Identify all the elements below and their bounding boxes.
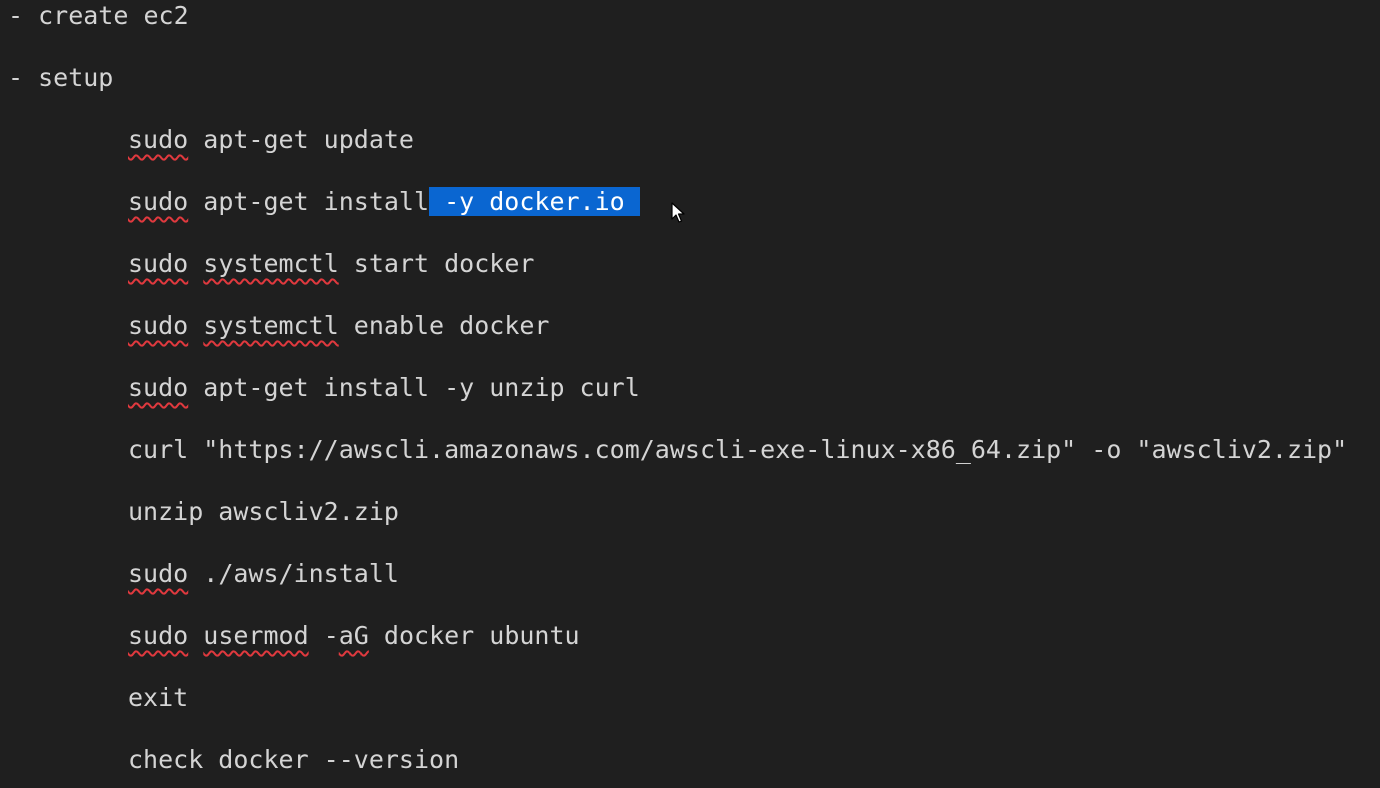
- line-setup: - setup: [8, 63, 114, 92]
- line-text: apt-get install -y unzip curl: [188, 373, 640, 402]
- line-create-ec2: - create ec2: [8, 1, 189, 30]
- sudo-keyword: sudo: [128, 125, 189, 154]
- systemctl-keyword: systemctl: [203, 311, 339, 340]
- sudo-keyword: sudo: [128, 373, 189, 402]
- line-start-docker: sudo systemctl start docker: [128, 247, 534, 281]
- sudo-keyword: sudo: [128, 187, 189, 216]
- usermod-keyword: usermod: [203, 621, 309, 650]
- line-check-version: check docker --version: [128, 745, 460, 774]
- line-exit: exit: [128, 683, 189, 712]
- line-aws-install: sudo ./aws/install: [128, 557, 399, 591]
- sudo-keyword: sudo: [128, 311, 189, 340]
- line-install-unzip: sudo apt-get install -y unzip curl: [128, 371, 640, 405]
- line-text: apt-get install: [188, 187, 430, 216]
- line-text: docker ubuntu: [368, 621, 580, 650]
- line-curl-awscli: curl "https://awscli.amazonaws.com/awscl…: [128, 435, 1348, 464]
- line-install-docker[interactable]: sudo apt-get install -y docker.io: [128, 185, 640, 219]
- sudo-keyword: sudo: [128, 249, 189, 278]
- line-text: start docker: [338, 249, 535, 278]
- line-text: apt-get update: [188, 125, 414, 154]
- sudo-keyword: sudo: [128, 559, 189, 588]
- line-text: ./aws/install: [188, 559, 399, 588]
- line-apt-update: sudo apt-get update: [128, 123, 414, 157]
- line-usermod: sudo usermod -aG docker ubuntu: [128, 619, 580, 653]
- selected-text[interactable]: -y docker.io: [429, 187, 640, 216]
- flag-keyword: aG: [338, 621, 369, 650]
- sudo-keyword: sudo: [128, 621, 189, 650]
- dash: -: [308, 621, 339, 650]
- systemctl-keyword: systemctl: [203, 249, 339, 278]
- mouse-pointer-icon: [671, 202, 685, 223]
- line-enable-docker: sudo systemctl enable docker: [128, 309, 549, 343]
- line-unzip-awscli: unzip awscliv2.zip: [128, 497, 399, 526]
- line-text: enable docker: [338, 311, 550, 340]
